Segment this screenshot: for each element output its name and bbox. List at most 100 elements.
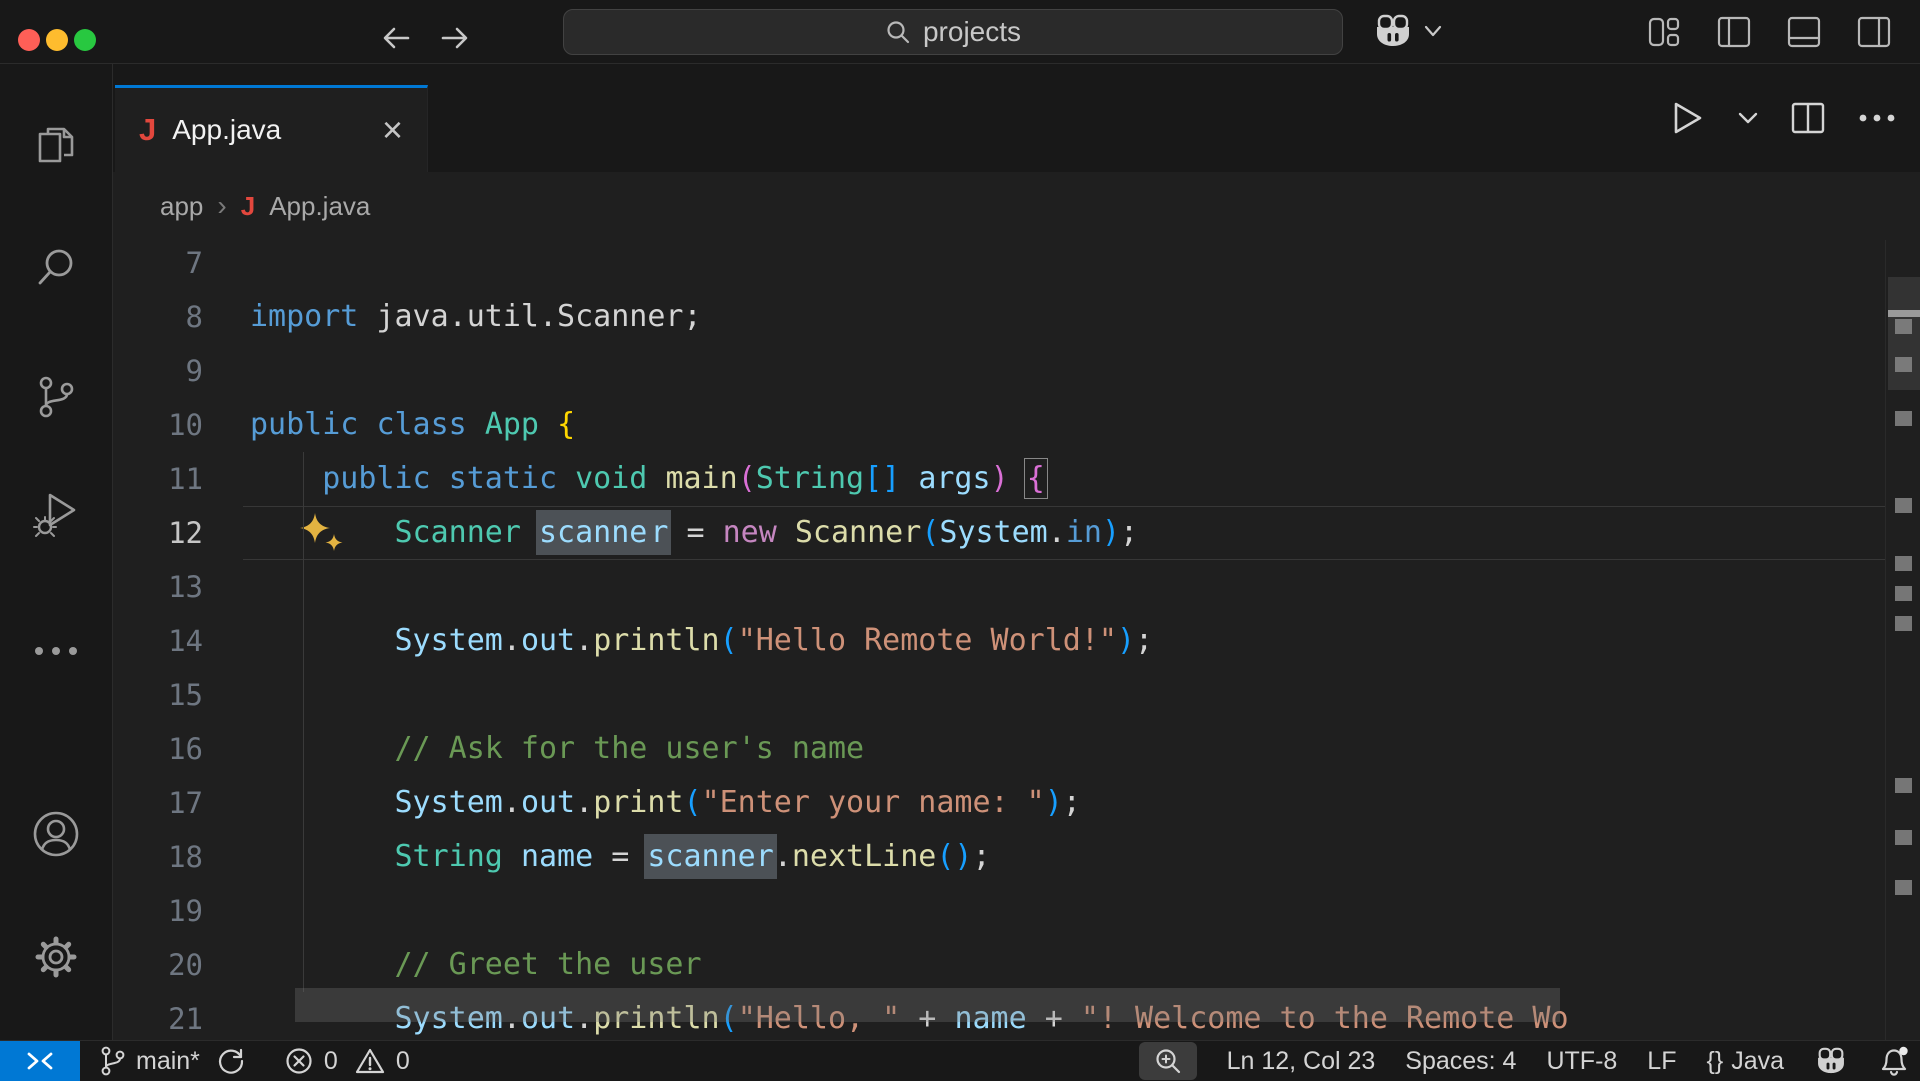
ruler-occurrence-mark bbox=[1895, 556, 1912, 571]
line-number[interactable]: 19 bbox=[113, 884, 203, 938]
line-number[interactable]: 15 bbox=[113, 668, 203, 722]
close-window-button[interactable] bbox=[18, 29, 40, 51]
code-line[interactable]: System.out.print("Enter your name: "); bbox=[250, 776, 1081, 830]
source-control-icon bbox=[34, 374, 78, 420]
code-line[interactable]: import java.util.Scanner; bbox=[250, 290, 702, 344]
breadcrumb-file[interactable]: App.java bbox=[269, 191, 370, 222]
sidebar-item-source-control[interactable] bbox=[0, 362, 112, 432]
code-token: scanne bbox=[536, 510, 650, 555]
error-count: 0 bbox=[324, 1047, 338, 1076]
code-token: ) bbox=[1117, 623, 1135, 658]
line-number[interactable]: 14 bbox=[113, 614, 203, 668]
code-token bbox=[358, 407, 376, 442]
code-token: App bbox=[485, 407, 539, 442]
horizontal-scrollbar[interactable] bbox=[295, 988, 1560, 1022]
close-tab-icon[interactable]: × bbox=[382, 115, 403, 145]
line-number[interactable]: 17 bbox=[113, 776, 203, 830]
code-token: name bbox=[521, 839, 593, 874]
run-icon[interactable] bbox=[1668, 98, 1706, 138]
breadcrumb-folder[interactable]: app bbox=[160, 191, 203, 222]
indentation-status[interactable]: Spaces: 4 bbox=[1405, 1047, 1516, 1076]
ruler-occurrence-mark bbox=[1895, 880, 1912, 895]
code-token: . bbox=[503, 623, 521, 658]
problems-status[interactable]: 0 0 bbox=[284, 1046, 410, 1076]
indent-guide bbox=[303, 452, 304, 992]
code-token: Scanner bbox=[795, 515, 921, 550]
branch-name: main* bbox=[136, 1047, 200, 1076]
code-token: // Greet the user bbox=[395, 947, 702, 982]
code-token: = bbox=[668, 515, 722, 550]
line-number[interactable]: 8 bbox=[113, 290, 203, 344]
sidebar-item-run-debug[interactable] bbox=[0, 478, 112, 548]
chevron-down-icon[interactable] bbox=[1738, 111, 1758, 125]
code-line[interactable]: Scanner scanner = new Scanner(System.in)… bbox=[250, 506, 1138, 560]
line-number[interactable]: 7 bbox=[113, 240, 203, 290]
language-status[interactable]: {} Java bbox=[1706, 1047, 1784, 1076]
toggle-panel-icon[interactable] bbox=[1786, 15, 1822, 49]
copilot-menu-button[interactable] bbox=[1372, 13, 1442, 49]
line-number[interactable]: 11 bbox=[113, 452, 203, 506]
code-line[interactable]: String name = scanner.nextLine(); bbox=[250, 830, 991, 884]
code-line[interactable]: // Ask for the user's name bbox=[250, 722, 864, 776]
back-arrow-icon[interactable] bbox=[378, 20, 418, 56]
code-token: String bbox=[756, 461, 864, 496]
code-token: args bbox=[918, 461, 990, 496]
forward-arrow-icon[interactable] bbox=[433, 20, 473, 56]
cursor-position-status[interactable]: Ln 12, Col 23 bbox=[1227, 1047, 1376, 1076]
code-token: = bbox=[593, 839, 647, 874]
files-icon bbox=[33, 122, 79, 168]
code-token: static bbox=[449, 461, 557, 496]
toggle-secondary-sidebar-icon[interactable] bbox=[1856, 15, 1892, 49]
editor[interactable]: 78 import java.util.Scanner; 910 public cla… bbox=[113, 240, 1920, 1040]
remote-indicator[interactable] bbox=[0, 1041, 80, 1081]
code-token bbox=[250, 785, 395, 820]
copilot-icon[interactable] bbox=[1814, 1046, 1848, 1076]
code-token: System bbox=[395, 785, 503, 820]
ruler-occurrence-mark bbox=[1895, 586, 1912, 601]
code-token: java.util.Scanner; bbox=[358, 299, 701, 334]
accounts-button[interactable] bbox=[0, 799, 112, 869]
sidebar-item-additional-views[interactable] bbox=[0, 616, 112, 686]
branch-status[interactable]: main* bbox=[98, 1045, 246, 1077]
code-token: { bbox=[557, 407, 575, 442]
toggle-primary-sidebar-icon[interactable] bbox=[1716, 15, 1752, 49]
ruler-occurrence-mark bbox=[1895, 411, 1912, 426]
code-line[interactable]: System.out.println("Hello Remote World!"… bbox=[250, 614, 1153, 668]
minimize-window-button[interactable] bbox=[46, 29, 68, 51]
code-token: ( bbox=[921, 515, 939, 550]
line-number[interactable]: 20 bbox=[113, 938, 203, 992]
code-token: ( bbox=[738, 461, 756, 496]
customize-layout-icon[interactable] bbox=[1646, 15, 1682, 49]
zoom-status[interactable] bbox=[1139, 1042, 1197, 1080]
more-actions-icon[interactable] bbox=[1858, 113, 1896, 123]
run-debug-icon bbox=[32, 489, 80, 537]
line-number[interactable]: 9 bbox=[113, 344, 203, 398]
code-line[interactable]: public class App { bbox=[250, 398, 575, 452]
warning-count: 0 bbox=[396, 1047, 410, 1076]
sidebar-item-explorer[interactable] bbox=[0, 110, 112, 180]
code-token: ; bbox=[973, 839, 991, 874]
code-line[interactable]: // Greet the user bbox=[250, 938, 702, 992]
language-label: Java bbox=[1731, 1047, 1784, 1076]
copilot-icon bbox=[1372, 13, 1414, 49]
code-token bbox=[431, 461, 449, 496]
line-number[interactable]: 10 bbox=[113, 398, 203, 452]
line-number[interactable]: 13 bbox=[113, 560, 203, 614]
tab-app-java[interactable]: J App.java × bbox=[115, 85, 428, 172]
line-number[interactable]: 12 bbox=[113, 506, 203, 560]
code-line[interactable]: public static void main(String[] args) { bbox=[250, 452, 1045, 506]
split-editor-icon[interactable] bbox=[1790, 101, 1826, 135]
line-number[interactable]: 18 bbox=[113, 830, 203, 884]
encoding-status[interactable]: UTF-8 bbox=[1546, 1047, 1617, 1076]
line-number[interactable]: 21 bbox=[113, 992, 203, 1040]
code-token: . bbox=[774, 839, 792, 874]
command-center-search[interactable]: projects bbox=[563, 9, 1343, 55]
bell-icon[interactable] bbox=[1878, 1045, 1910, 1077]
eol-status[interactable]: LF bbox=[1647, 1047, 1676, 1076]
search-icon bbox=[885, 19, 911, 45]
maximize-window-button[interactable] bbox=[74, 29, 96, 51]
line-number[interactable]: 16 bbox=[113, 722, 203, 776]
ruler-occurrence-mark bbox=[1895, 498, 1912, 513]
manage-button[interactable] bbox=[0, 922, 112, 992]
sidebar-item-search[interactable] bbox=[0, 232, 112, 302]
